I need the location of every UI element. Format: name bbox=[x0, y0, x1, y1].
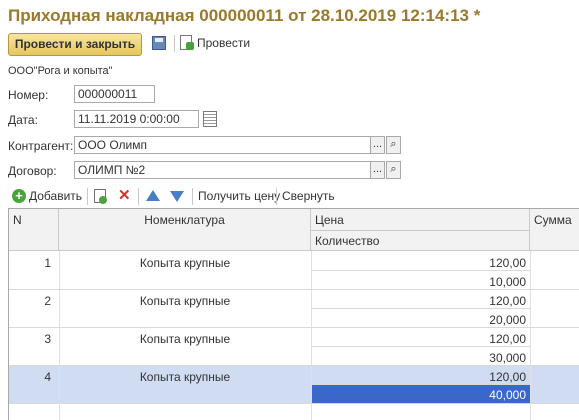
row-price[interactable]: 120,00 bbox=[311, 332, 530, 346]
grid-line bbox=[9, 403, 579, 404]
grid-line bbox=[530, 251, 531, 420]
copy-row-icon[interactable] bbox=[94, 189, 107, 204]
goods-table: N Номенклатура Цена Количество Сумма 1 К… bbox=[8, 208, 579, 420]
organization-label: ООО"Рога и копыта" bbox=[8, 65, 113, 77]
grid-line bbox=[311, 270, 530, 271]
toolbar-separator bbox=[192, 188, 193, 205]
row-item[interactable]: Копыта крупные bbox=[59, 294, 311, 308]
window-title: Приходная накладная 000000011 от 28.10.2… bbox=[8, 6, 481, 25]
counterparty-select-button[interactable]: ... bbox=[370, 136, 385, 154]
column-header-sum[interactable]: Сумма bbox=[530, 209, 579, 251]
counterparty-field[interactable]: ООО Олимп bbox=[74, 136, 371, 154]
grid-line bbox=[311, 308, 530, 309]
date-field[interactable]: 11.11.2019 0:00:00 bbox=[74, 110, 199, 128]
date-label: Дата: bbox=[8, 113, 38, 127]
row-qty[interactable]: 10,000 bbox=[311, 275, 530, 289]
column-header-item[interactable]: Номенклатура bbox=[59, 209, 311, 251]
post-and-close-button[interactable]: Провести и закрыть bbox=[8, 33, 142, 56]
contract-search-icon[interactable]: ⌕ bbox=[386, 161, 401, 179]
delete-row-icon[interactable]: ✕ bbox=[118, 186, 131, 204]
calendar-icon[interactable] bbox=[203, 111, 217, 127]
row-qty[interactable]: 20,000 bbox=[311, 313, 530, 327]
toolbar-separator bbox=[87, 188, 88, 205]
row-number[interactable]: 2 bbox=[9, 294, 59, 308]
column-header-n[interactable]: N bbox=[9, 209, 59, 251]
get-price-button[interactable]: Получить цену bbox=[198, 189, 280, 203]
row-number[interactable]: 1 bbox=[9, 256, 59, 270]
add-icon[interactable]: + bbox=[12, 189, 26, 203]
row-qty[interactable]: 40,000 bbox=[311, 388, 530, 402]
toolbar-separator bbox=[174, 35, 175, 52]
post-button-label[interactable]: Провести bbox=[197, 36, 250, 50]
counterparty-search-icon[interactable]: ⌕ bbox=[386, 136, 401, 154]
grid-line bbox=[9, 365, 579, 366]
row-number[interactable]: 3 bbox=[9, 332, 59, 346]
contract-select-button[interactable]: ... bbox=[370, 161, 385, 179]
row-price[interactable]: 120,00 bbox=[311, 294, 530, 308]
row-price[interactable]: 120,00 bbox=[311, 370, 530, 384]
number-field[interactable]: 000000011 bbox=[74, 85, 155, 103]
row-qty[interactable]: 30,000 bbox=[311, 351, 530, 365]
contract-label: Договор: bbox=[8, 164, 57, 178]
move-down-icon[interactable] bbox=[170, 191, 184, 202]
column-header-price[interactable]: Цена bbox=[311, 209, 530, 231]
column-header-qty[interactable]: Количество bbox=[311, 231, 530, 251]
grid-line bbox=[9, 289, 579, 290]
row-item[interactable]: Копыта крупные bbox=[59, 256, 311, 270]
post-document-icon[interactable] bbox=[180, 35, 194, 50]
grid-line bbox=[9, 327, 579, 328]
row-item[interactable]: Копыта крупные bbox=[59, 332, 311, 346]
counterparty-label: Контрагент: bbox=[8, 139, 74, 153]
grid-line bbox=[311, 346, 530, 347]
toolbar-separator bbox=[276, 188, 277, 205]
contract-field[interactable]: ОЛИМП №2 bbox=[74, 161, 371, 179]
move-up-icon[interactable] bbox=[146, 190, 160, 201]
row-number[interactable]: 4 bbox=[9, 370, 59, 384]
grid-line bbox=[311, 384, 530, 385]
save-icon[interactable] bbox=[152, 36, 166, 50]
toolbar-separator bbox=[138, 188, 139, 205]
table-toolbar: + Добавить ✕ Получить цену Свернуть bbox=[8, 186, 568, 206]
row-price[interactable]: 120,00 bbox=[311, 256, 530, 270]
add-row-button[interactable]: Добавить bbox=[29, 189, 82, 203]
row-item[interactable]: Копыта крупные bbox=[59, 370, 311, 384]
collapse-button[interactable]: Свернуть bbox=[282, 189, 335, 203]
number-label: Номер: bbox=[8, 88, 49, 102]
